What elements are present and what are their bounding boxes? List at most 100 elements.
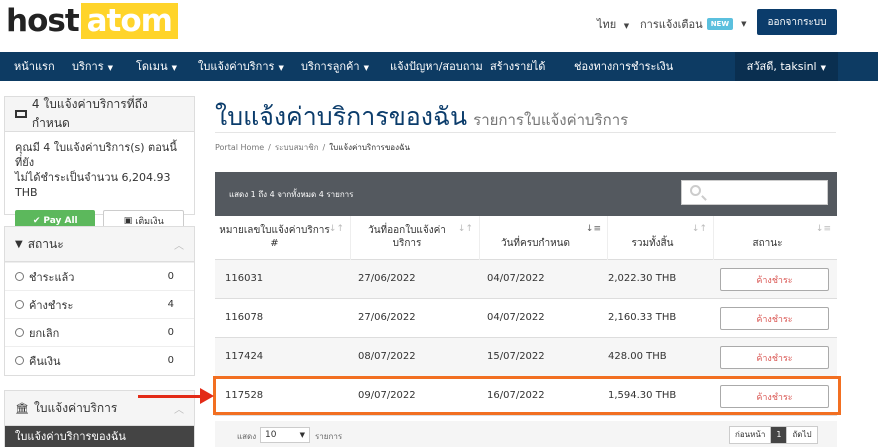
status-label: คืนเงิน <box>29 354 61 368</box>
sort-icon: ↓≡ <box>815 224 831 234</box>
chevron-up-icon[interactable]: ︿ <box>174 237 184 252</box>
column-invoice-number[interactable]: หมายเลขใบแจ้งค่าบริการ # ↓↑ <box>215 216 351 260</box>
table-search-input[interactable] <box>681 180 828 205</box>
sort-icon: ↓↑ <box>457 224 473 234</box>
due-invoices-title: 4 ใบแจ้งค่าบริการที่ถึงกำหนด <box>31 97 148 130</box>
invoices-nav-title: ใบแจ้งค่าบริการ <box>33 400 118 415</box>
column-label: หมายเลขใบแจ้งค่าบริการ # <box>219 225 330 249</box>
pay-all-label: Pay All <box>43 216 78 226</box>
status-label: ชำระแล้ว <box>29 270 75 284</box>
invoice-total: 428.00 THB <box>608 351 667 362</box>
sidebar-item-my-invoices[interactable]: ใบแจ้งค่าบริการของฉัน <box>5 426 194 447</box>
highlight-box <box>213 376 841 415</box>
nav-item-affiliate[interactable]: สร้างรายได้ <box>490 52 545 81</box>
column-total[interactable]: รวมทั้งสิ้น ↓↑ <box>608 216 714 260</box>
check-circle-icon: ✔ <box>32 216 41 226</box>
table-row[interactable]: 116078 27/06/2022 04/07/2022 2,160.33 TH… <box>215 299 837 338</box>
site-header: host atom ไทย ▼ การแจ้งเตือน NEW ▼ ออกจา… <box>0 0 878 52</box>
nav-label: โดเมน <box>136 60 168 73</box>
column-invoice-date[interactable]: วันที่ออกใบแจ้งค่า บริการ ↓↑ <box>351 216 480 260</box>
radio-icon[interactable] <box>15 300 24 309</box>
chevron-down-icon: ▼ <box>299 431 305 439</box>
language-selector[interactable]: ไทย ▼ <box>597 15 629 33</box>
chevron-down-icon: ▼ <box>741 20 747 28</box>
nav-item-tickets[interactable]: แจ้งปัญหา/สอบถาม <box>390 52 483 81</box>
nav-item-services[interactable]: บริการ ▼ <box>72 52 113 81</box>
chevron-down-icon: ▼ <box>363 64 369 72</box>
next-page-button[interactable]: ถัดไป <box>787 427 816 443</box>
sort-icon: ↓↑ <box>328 224 344 234</box>
due-date: 15/07/2022 <box>487 351 545 362</box>
page-size-select[interactable]: 10 ▼ <box>260 427 310 443</box>
status-filter-unpaid[interactable]: ค้างชำระ 4 <box>5 290 194 318</box>
breadcrumb-home[interactable]: Portal Home <box>215 143 264 152</box>
radio-icon[interactable] <box>15 272 24 281</box>
status-filter-paid[interactable]: ชำระแล้ว 0 <box>5 262 194 290</box>
status-filter-cancelled[interactable]: ยกเลิก 0 <box>5 318 194 346</box>
sort-ascending-icon: ↓≡ <box>585 224 601 234</box>
status-count: 0 <box>167 355 174 366</box>
status-count: 4 <box>167 299 174 310</box>
table-header: หมายเลขใบแจ้งค่าบริการ # ↓↑ วันที่ออกใบแจ… <box>215 216 837 260</box>
invoice-date: 27/06/2022 <box>358 312 416 323</box>
due-date: 04/07/2022 <box>487 273 545 284</box>
unpaid-status-button[interactable]: ค้างชำระ <box>720 346 829 369</box>
hostatom-logo[interactable]: host atom <box>6 3 178 39</box>
breadcrumb-current: ใบแจ้งค่าบริการของฉัน <box>329 143 410 152</box>
status-filter-refunded[interactable]: คืนเงิน 0 <box>5 346 194 374</box>
logo-atom-text: atom <box>80 3 178 39</box>
nav-item-payment-methods[interactable]: ช่องทางการชำระเงิน <box>574 52 673 81</box>
due-invoices-header: 4 ใบแจ้งค่าบริการที่ถึงกำหนด <box>5 97 194 132</box>
nav-label: แจ้งปัญหา/สอบถาม <box>390 60 483 73</box>
column-status[interactable]: สถานะ ↓≡ <box>714 216 837 260</box>
table-footer: แสดง 10 ▼ รายการ ก่อนหน้า 1 ถัดไป <box>215 421 837 447</box>
breadcrumb-client-area[interactable]: ระบบสมาชิก <box>275 143 319 152</box>
language-label: ไทย <box>597 18 617 31</box>
prev-page-button[interactable]: ก่อนหน้า <box>730 427 772 443</box>
chevron-down-icon: ▼ <box>171 64 177 72</box>
page-size-value: 10 <box>265 430 277 440</box>
nav-item-domains[interactable]: โดเมน ▼ <box>136 52 177 81</box>
sort-icon: ↓↑ <box>691 224 707 234</box>
column-due-date[interactable]: วันที่ครบกำหนด ↓≡ <box>480 216 608 260</box>
table-toolbar: แสดง 1 ถึง 4 จากทั้งหมด 4 รายการ <box>215 172 837 216</box>
nav-label: ช่องทางการชำระเงิน <box>574 60 674 73</box>
nav-item-home[interactable]: หน้าแรก <box>14 52 55 81</box>
user-menu[interactable]: สวัสดี, taksinl ▼ <box>734 52 838 81</box>
status-filter-header[interactable]: ▼ สถานะ ︿ <box>5 227 194 262</box>
user-greeting: สวัสดี, taksinl <box>746 60 817 73</box>
table-row[interactable]: 116031 27/06/2022 04/07/2022 2,022.30 TH… <box>215 260 837 299</box>
chevron-up-icon[interactable]: ︿ <box>174 401 184 416</box>
nav-item-invoices[interactable]: ใบแจ้งค่าบริการ ▼ <box>198 52 284 81</box>
column-label: วันที่ครบกำหนด <box>500 238 571 249</box>
title-divider <box>215 132 836 133</box>
chevron-down-icon: ▼ <box>278 64 284 72</box>
pagination: ก่อนหน้า 1 ถัดไป <box>729 426 818 444</box>
nav-item-support[interactable]: บริการลูกค้า ▼ <box>301 52 369 81</box>
invoice-id: 116031 <box>225 273 264 284</box>
page-1-button[interactable]: 1 <box>771 427 788 443</box>
logout-button[interactable]: ออกจากระบบ <box>757 9 837 35</box>
radio-icon[interactable] <box>15 328 24 337</box>
invoice-id: 117424 <box>225 351 264 362</box>
invoice-total: 2,022.30 THB <box>608 273 677 284</box>
column-label: รวมทั้งสิ้น <box>631 238 674 249</box>
notifications-menu[interactable]: การแจ้งเตือน NEW ▼ <box>640 15 746 33</box>
column-label: สถานะ <box>752 238 783 249</box>
breadcrumb-separator: / <box>268 143 271 152</box>
annotation-arrow-line <box>138 395 204 398</box>
table-row[interactable]: 117424 08/07/2022 15/07/2022 428.00 THB … <box>215 338 837 377</box>
nav-label: หน้าแรก <box>14 60 55 73</box>
radio-icon[interactable] <box>15 356 24 365</box>
status-filter-title: สถานะ <box>27 236 64 251</box>
credit-card-icon <box>15 110 27 118</box>
unpaid-status-button[interactable]: ค้างชำระ <box>720 268 829 291</box>
status-count: 0 <box>167 271 174 282</box>
unpaid-status-button[interactable]: ค้างชำระ <box>720 307 829 330</box>
status-label: ค้างชำระ <box>29 298 74 312</box>
due-invoices-text: คุณมี 4 ใบแจ้งค่าบริการ(s) ตอนนี้ที่ยัง … <box>5 132 194 208</box>
status-filter-panel: ▼ สถานะ ︿ ชำระแล้ว 0 ค้างชำระ 4 ยกเลิก 0… <box>4 226 195 376</box>
due-date: 04/07/2022 <box>487 312 545 323</box>
due-line-1: คุณมี 4 ใบแจ้งค่าบริการ(s) ตอนนี้ที่ยัง <box>15 141 177 169</box>
invoice-date: 08/07/2022 <box>358 351 416 362</box>
